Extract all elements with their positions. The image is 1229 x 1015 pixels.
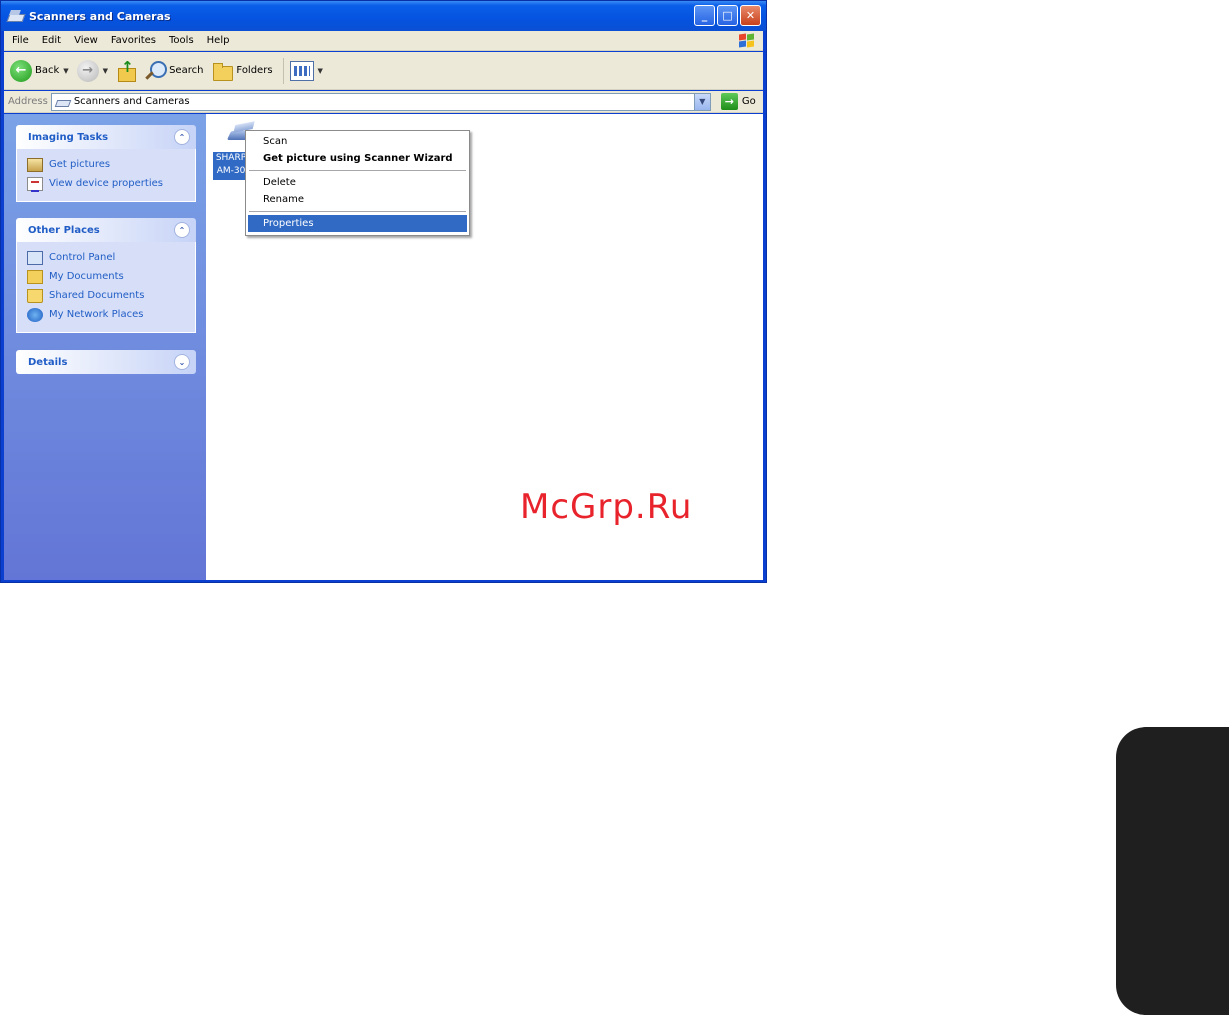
menu-view[interactable]: View <box>74 35 98 46</box>
search-label: Search <box>169 65 204 76</box>
forward-dropdown-icon[interactable]: ▼ <box>103 67 108 75</box>
place-my-documents[interactable]: My Documents <box>27 267 195 286</box>
address-bar: Address Scanners and Cameras ▼ → Go <box>4 91 763 113</box>
device-label[interactable]: SHARP AM-30 <box>213 152 249 180</box>
menu-separator <box>249 170 466 171</box>
collapse-icon[interactable]: ⌃ <box>174 222 190 238</box>
shared-folder-icon <box>27 288 43 303</box>
folders-label: Folders <box>236 65 273 76</box>
minimize-button[interactable]: _ <box>694 5 715 26</box>
up-folder-icon <box>116 58 137 82</box>
my-documents-icon <box>27 269 43 284</box>
place-label: Control Panel <box>49 252 116 263</box>
views-button[interactable]: ▼ <box>289 60 323 81</box>
up-folder-button[interactable] <box>116 58 137 82</box>
views-icon <box>289 60 314 81</box>
address-label: Address <box>8 96 48 107</box>
imaging-tasks-panel: Imaging Tasks ⌃ Get pictures View device… <box>16 125 196 202</box>
details-title: Details <box>28 356 68 368</box>
task-label: Get pictures <box>49 159 111 170</box>
back-dropdown-icon[interactable]: ▼ <box>63 67 68 75</box>
menu-file[interactable]: File <box>12 35 29 46</box>
place-control-panel[interactable]: Control Panel <box>27 248 195 267</box>
scanner-camera-icon <box>55 96 70 108</box>
address-value: Scanners and Cameras <box>73 96 190 107</box>
imaging-tasks-header[interactable]: Imaging Tasks ⌃ <box>16 125 196 149</box>
go-button[interactable]: → Go <box>720 93 756 110</box>
window-title: Scanners and Cameras <box>29 9 171 23</box>
menu-item-scanner-wizard[interactable]: Get picture using Scanner Wizard <box>248 150 467 167</box>
expand-icon[interactable]: ⌄ <box>174 354 190 370</box>
views-dropdown-icon[interactable]: ▼ <box>318 67 323 75</box>
search-icon <box>144 60 168 82</box>
menu-item-rename[interactable]: Rename <box>248 191 467 208</box>
windows-logo-icon <box>737 33 755 48</box>
folders-button[interactable]: Folders <box>211 61 273 81</box>
menu-separator <box>249 211 466 212</box>
task-view-device-properties[interactable]: View device properties <box>27 174 195 193</box>
imaging-tasks-title: Imaging Tasks <box>28 131 109 143</box>
folders-icon <box>211 61 234 81</box>
toolbar: ← Back ▼ → ▼ Search Folders ▼ <box>4 52 763 90</box>
task-pane: Imaging Tasks ⌃ Get pictures View device… <box>4 114 206 580</box>
imaging-tasks-body: Get pictures View device properties <box>16 149 196 202</box>
place-my-network-places[interactable]: My Network Places <box>27 305 195 324</box>
menu-favorites[interactable]: Favorites <box>111 35 156 46</box>
place-label: Shared Documents <box>49 290 145 301</box>
network-globe-icon <box>27 307 43 322</box>
other-places-panel: Other Places ⌃ Control Panel My Document… <box>16 218 196 333</box>
control-panel-icon <box>27 250 43 265</box>
search-button[interactable]: Search <box>144 60 203 82</box>
properties-icon <box>27 176 43 192</box>
forward-arrow-icon: → <box>76 59 99 82</box>
details-panel: Details ⌄ <box>16 350 196 374</box>
back-arrow-icon: ← <box>10 59 32 82</box>
watermark-text: McGrp.Ru <box>520 487 693 527</box>
collapse-icon[interactable]: ⌃ <box>174 129 190 145</box>
place-label: My Documents <box>49 271 124 282</box>
toolbar-separator <box>282 57 284 84</box>
title-bar[interactable]: Scanners and Cameras _ □ ✕ <box>1 1 766 31</box>
page-side-tab <box>1116 727 1229 1015</box>
menu-item-delete[interactable]: Delete <box>248 174 467 191</box>
place-shared-documents[interactable]: Shared Documents <box>27 286 195 305</box>
menu-edit[interactable]: Edit <box>42 35 61 46</box>
maximize-button[interactable]: □ <box>717 5 738 26</box>
menu-tools[interactable]: Tools <box>169 35 194 46</box>
task-get-pictures[interactable]: Get pictures <box>27 155 195 174</box>
window-controls: _ □ ✕ <box>694 5 761 26</box>
go-label: Go <box>741 96 756 107</box>
close-button[interactable]: ✕ <box>740 5 761 26</box>
menu-item-properties[interactable]: Properties <box>248 215 467 232</box>
scanner-camera-icon <box>7 9 23 23</box>
picture-icon <box>27 157 43 172</box>
task-label: View device properties <box>49 178 163 189</box>
menu-item-scan[interactable]: Scan <box>248 133 467 150</box>
menu-bar: File Edit View Favorites Tools Help <box>4 31 763 51</box>
forward-button[interactable]: → ▼ <box>76 59 108 82</box>
context-menu: Scan Get picture using Scanner Wizard De… <box>245 130 470 236</box>
address-dropdown-icon[interactable]: ▼ <box>693 93 710 110</box>
address-input[interactable]: Scanners and Cameras ▼ <box>50 92 711 111</box>
menu-help[interactable]: Help <box>207 35 230 46</box>
back-label: Back <box>35 65 60 76</box>
other-places-header[interactable]: Other Places ⌃ <box>16 218 196 242</box>
other-places-title: Other Places <box>28 224 100 236</box>
other-places-body: Control Panel My Documents Shared Docume… <box>16 242 196 333</box>
place-label: My Network Places <box>49 309 144 320</box>
back-button[interactable]: ← Back ▼ <box>10 59 69 82</box>
go-arrow-icon: → <box>720 93 738 110</box>
details-header[interactable]: Details ⌄ <box>16 350 196 374</box>
